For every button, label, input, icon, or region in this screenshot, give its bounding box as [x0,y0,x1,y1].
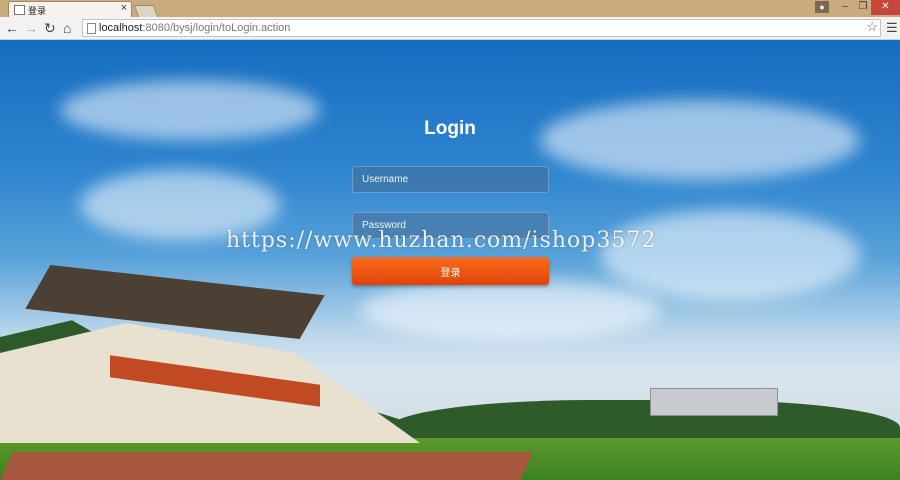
url-host: localhost [99,22,143,34]
cloud [540,100,860,180]
login-button[interactable]: 登录 [352,257,549,285]
arrow-left-icon[interactable]: ← [5,19,19,37]
watermark-text: https://www.huzhan.com/ishop3572 [226,228,657,253]
close-window-button[interactable]: ✕ [871,0,900,15]
tab-close-icon[interactable]: × [121,2,127,14]
page-viewport: Login 登录 https://www.huzhan.com/ishop357… [0,40,900,480]
login-title: Login [424,118,476,139]
url-text[interactable]: localhost:8080/bysj/login/toLogin.action [99,22,290,34]
browser-tab[interactable]: 登录 × [8,1,132,17]
arrow-right-icon[interactable]: → [24,19,38,37]
new-tab-button[interactable] [133,5,159,17]
reload-icon[interactable]: ↻ [44,19,56,37]
star-icon[interactable]: ☆ [866,19,878,35]
minimize-button[interactable]: – [836,0,854,15]
page-icon [87,23,96,34]
home-icon[interactable]: ⌂ [63,19,71,37]
browser-titlebar: 登录 × ● – ❐ ✕ [0,0,900,17]
running-track [0,452,534,480]
address-bar[interactable]: localhost:8080/bysj/login/toLogin.action… [82,19,881,37]
user-icon[interactable]: ● [815,1,829,13]
page-favicon-icon [14,5,25,15]
hamburger-menu-icon[interactable]: ☰ [886,20,898,36]
cloud [360,280,660,340]
username-input[interactable] [352,166,549,193]
tab-title: 登录 [28,6,47,16]
browser-toolbar: ← → ↻ ⌂ localhost:8080/bysj/login/toLogi… [0,17,900,40]
maximize-button[interactable]: ❐ [854,0,872,15]
cloud [600,210,860,300]
distant-building [650,388,778,416]
url-path: :8080/bysj/login/toLogin.action [142,22,291,34]
